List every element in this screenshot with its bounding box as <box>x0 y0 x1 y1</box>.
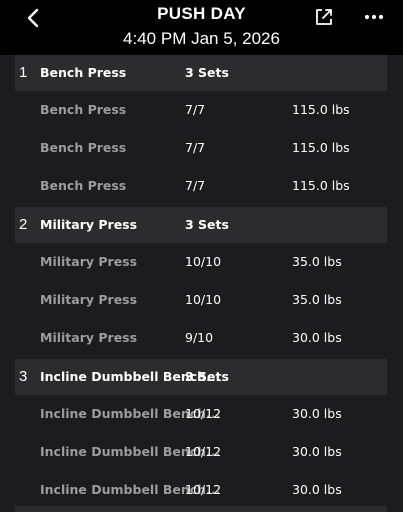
exercise-header-row[interactable]: 3 Incline Dumbbell Bench... 3 Sets <box>15 359 387 395</box>
set-exercise-name: Military Press <box>40 254 138 269</box>
exercise-name: Bench Press <box>40 65 127 80</box>
exercise-name: Military Press <box>40 217 138 232</box>
set-exercise-name: Bench Press <box>40 102 127 117</box>
set-reps: 10/12 <box>185 406 222 421</box>
set-row[interactable]: Incline Dumbbell Bench... 10/12 30.0 lbs <box>15 472 387 508</box>
set-weight: 115.0 lbs <box>292 178 350 193</box>
set-row[interactable]: Bench Press 7/7 115.0 lbs <box>15 168 387 204</box>
set-reps: 10/12 <box>185 482 222 497</box>
set-exercise-name: Bench Press <box>40 178 127 193</box>
set-reps: 10/10 <box>185 254 222 269</box>
set-reps: 10/10 <box>185 292 222 307</box>
share-icon <box>316 9 332 25</box>
set-reps: 7/7 <box>185 178 206 193</box>
share-button[interactable] <box>313 6 335 28</box>
set-weight: 115.0 lbs <box>292 140 350 155</box>
exercise-list: 1 Bench Press 3 Sets Bench Press 7/7 115… <box>0 55 403 512</box>
exercise-header-row[interactable]: 1 Bench Press 3 Sets <box>15 55 387 91</box>
set-row[interactable]: Bench Press 7/7 115.0 lbs <box>15 130 387 166</box>
exercise-sets-count: 3 Sets <box>185 217 229 232</box>
exercise-header-row[interactable]: 2 Military Press 3 Sets <box>15 207 387 243</box>
set-reps: 7/7 <box>185 140 206 155</box>
more-options-button[interactable] <box>363 8 385 26</box>
exercise-sets-count: 3 Sets <box>185 369 229 384</box>
set-row[interactable]: Incline Dumbbell Bench... 10/12 30.0 lbs <box>15 396 387 432</box>
exercise-number: 1 <box>19 64 28 81</box>
set-weight: 30.0 lbs <box>292 406 342 421</box>
set-exercise-name: Bench Press <box>40 140 127 155</box>
set-row[interactable]: Military Press 10/10 35.0 lbs <box>15 244 387 280</box>
more-horizontal-icon <box>364 14 384 20</box>
set-row[interactable]: Military Press 10/10 35.0 lbs <box>15 282 387 318</box>
set-weight: 30.0 lbs <box>292 482 342 497</box>
set-reps: 10/12 <box>185 444 222 459</box>
set-weight: 35.0 lbs <box>292 254 342 269</box>
set-reps: 7/7 <box>185 102 206 117</box>
set-exercise-name: Military Press <box>40 292 138 307</box>
list-bottom-edge <box>15 506 387 512</box>
top-bar: PUSH DAY 4:40 PM Jan 5, 2026 <box>0 0 403 55</box>
set-weight: 30.0 lbs <box>292 330 342 345</box>
page-title: PUSH DAY <box>157 4 246 23</box>
set-weight: 115.0 lbs <box>292 102 350 117</box>
set-row[interactable]: Incline Dumbbell Bench... 10/12 30.0 lbs <box>15 434 387 470</box>
set-exercise-name: Military Press <box>40 330 138 345</box>
set-weight: 35.0 lbs <box>292 292 342 307</box>
workout-datetime: 4:40 PM Jan 5, 2026 <box>123 29 280 48</box>
exercise-number: 2 <box>19 216 28 233</box>
set-row[interactable]: Bench Press 7/7 115.0 lbs <box>15 92 387 128</box>
exercise-number: 3 <box>19 368 28 385</box>
set-weight: 30.0 lbs <box>292 444 342 459</box>
exercise-sets-count: 3 Sets <box>185 65 229 80</box>
set-row[interactable]: Military Press 9/10 30.0 lbs <box>15 320 387 356</box>
set-reps: 9/10 <box>185 330 214 345</box>
